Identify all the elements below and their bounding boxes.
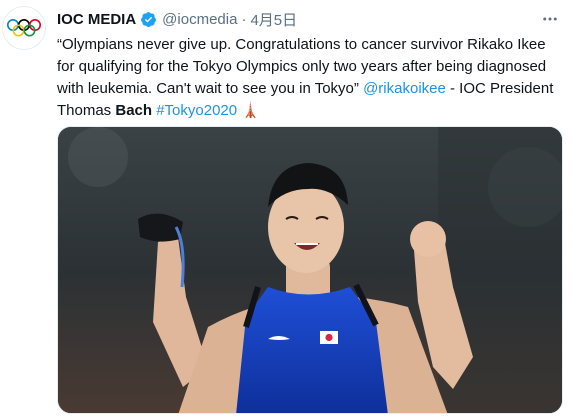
author-avatar[interactable] bbox=[2, 6, 46, 50]
mention-link[interactable]: @rikakoikee bbox=[363, 80, 446, 97]
olympic-rings-icon bbox=[7, 19, 41, 37]
author-handle[interactable]: @iocmedia bbox=[162, 11, 237, 28]
tweet: IOC MEDIA @iocmedia · 4月5日 “Olympians ne… bbox=[0, 0, 576, 417]
header-separator: · bbox=[241, 10, 247, 28]
tweet-photo[interactable] bbox=[57, 126, 563, 414]
tweet-text-bold-name: Bach bbox=[115, 102, 153, 119]
author-name[interactable]: IOC MEDIA bbox=[57, 11, 136, 28]
tweet-header: IOC MEDIA @iocmedia · 4月5日 bbox=[57, 9, 297, 29]
tokyo-tower-emoji: 🗼 bbox=[241, 102, 260, 119]
swimmer-photo-illustration bbox=[58, 127, 562, 413]
more-options-icon bbox=[543, 17, 557, 21]
tweet-date[interactable]: 4月5日 bbox=[250, 9, 297, 30]
verified-badge-icon bbox=[140, 11, 157, 28]
more-options-button[interactable] bbox=[540, 9, 560, 29]
hashtag-link[interactable]: #Tokyo2020 bbox=[156, 102, 237, 119]
tweet-text: “Olympians never give up. Congratulation… bbox=[57, 34, 567, 122]
